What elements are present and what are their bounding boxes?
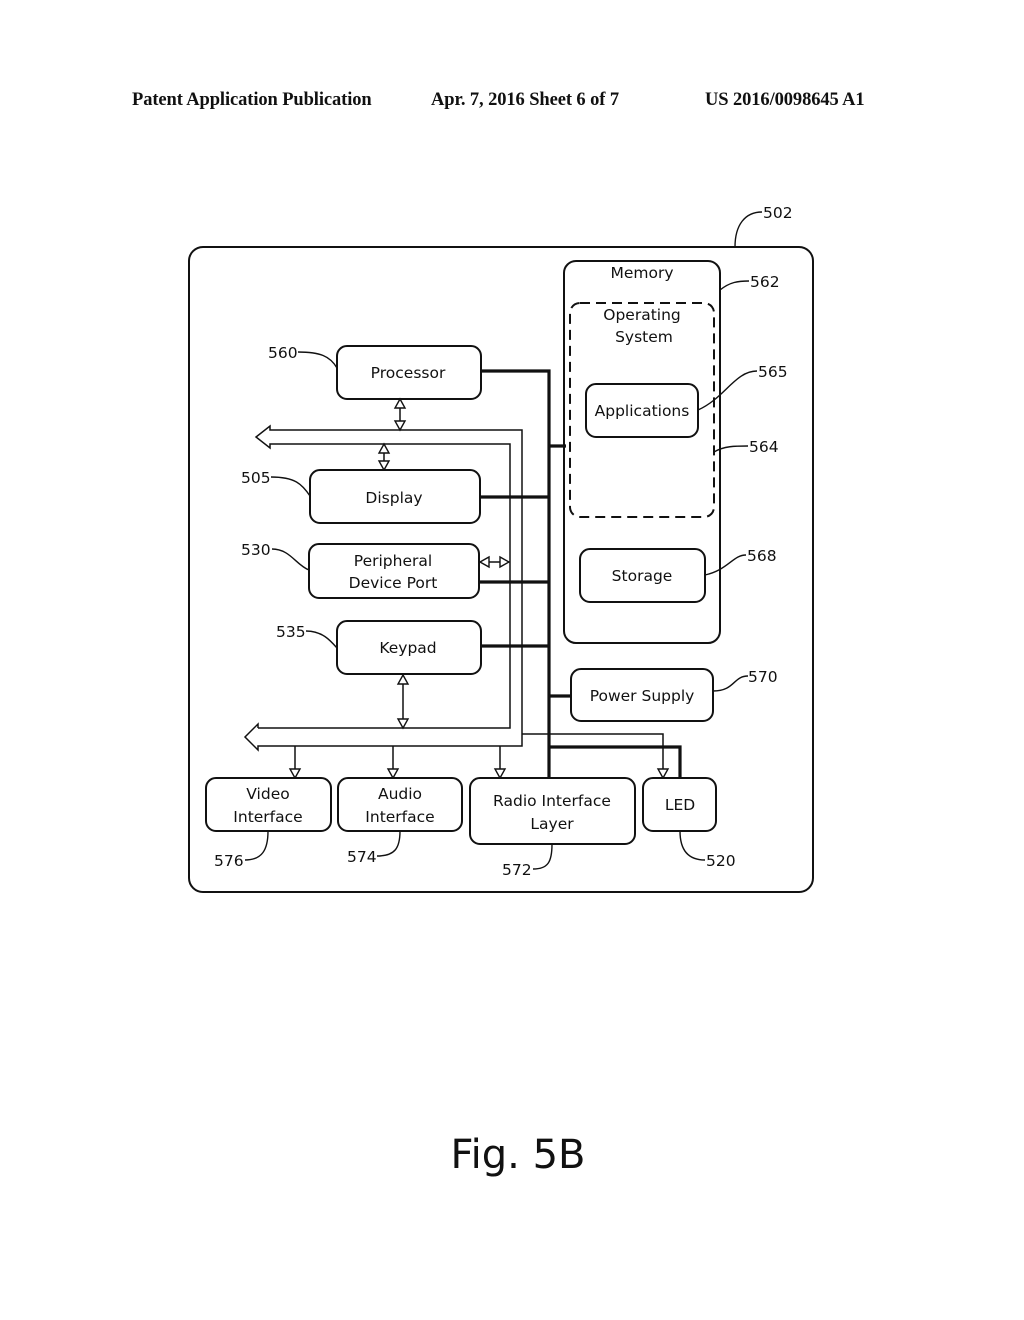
applications-label: Applications bbox=[595, 402, 690, 420]
video-label-line2: Interface bbox=[233, 808, 302, 826]
device-leader bbox=[734, 211, 763, 248]
power-supply-label: Power Supply bbox=[590, 687, 695, 705]
device-ref: 502 bbox=[763, 204, 793, 222]
applications-ref: 565 bbox=[758, 363, 788, 381]
led-label: LED bbox=[665, 796, 695, 814]
storage-label: Storage bbox=[612, 567, 673, 585]
operating-system-label-line2: System bbox=[615, 328, 673, 346]
operating-system-ref: 564 bbox=[749, 438, 779, 456]
radio-ref: 572 bbox=[502, 861, 532, 879]
block-diagram: 502 Memory 562 Operating System 564 Appl… bbox=[188, 204, 814, 893]
keypad-label: Keypad bbox=[379, 639, 436, 657]
video-label-line1: Video bbox=[246, 785, 289, 803]
peripheral-label-line2: Device Port bbox=[349, 574, 438, 592]
display-label: Display bbox=[365, 489, 422, 507]
memory-label: Memory bbox=[610, 264, 673, 282]
peripheral-label-line1: Peripheral bbox=[354, 552, 432, 570]
processor-label: Processor bbox=[371, 364, 446, 382]
peripheral-ref: 530 bbox=[241, 541, 271, 559]
operating-system-label-line1: Operating bbox=[603, 306, 681, 324]
radio-label-line1: Radio Interface bbox=[493, 792, 611, 810]
keypad-ref: 535 bbox=[276, 623, 306, 641]
figure-caption: Fig. 5B bbox=[450, 1132, 586, 1178]
memory-ref: 562 bbox=[750, 273, 780, 291]
display-ref: 505 bbox=[241, 469, 271, 487]
processor-ref: 560 bbox=[268, 344, 298, 362]
audio-label-line2: Interface bbox=[365, 808, 434, 826]
radio-label-line2: Layer bbox=[530, 815, 574, 833]
power-supply-ref: 570 bbox=[748, 668, 778, 686]
radio-interface-layer-box bbox=[469, 777, 636, 845]
audio-label-line1: Audio bbox=[378, 785, 422, 803]
video-ref: 576 bbox=[214, 852, 244, 870]
led-ref: 520 bbox=[706, 852, 736, 870]
audio-ref: 574 bbox=[347, 848, 377, 866]
storage-ref: 568 bbox=[747, 547, 777, 565]
